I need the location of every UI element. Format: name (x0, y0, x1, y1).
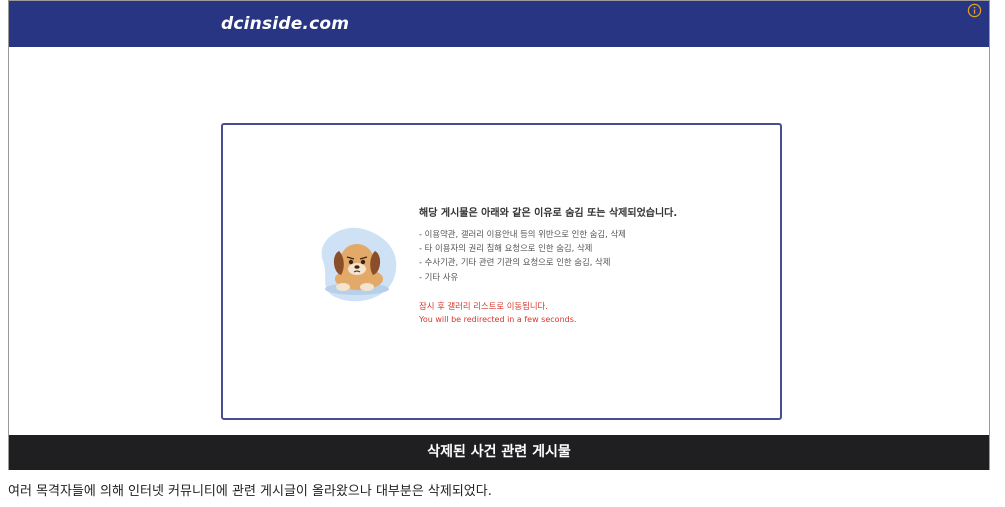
reason-item: - 이용약관, 갤러리 이용안내 등의 위반으로 인한 숨김, 삭제 (419, 229, 626, 239)
embedded-image-frame: dcinside.com 해당 게시물은 아래와 같은 이유로 숨김 또는 삭제… (8, 0, 990, 470)
info-circle-icon[interactable] (967, 3, 982, 18)
notice-title: 해당 게시물은 아래와 같은 이유로 숨김 또는 삭제되었습니다. (419, 208, 678, 219)
reason-item: - 타 이용자의 권리 침해 요청으로 인한 숨김, 삭제 (419, 243, 593, 254)
image-caption: 삭제된 사건 관련 게시물 (427, 444, 571, 460)
deleted-post-notice: 해당 게시물은 아래와 같은 이유로 숨김 또는 삭제되었습니다. - 이용약관… (221, 123, 782, 420)
image-caption-bar: 삭제된 사건 관련 게시물 (9, 435, 989, 470)
redirect-notice-english: You will be redirected in a few seconds. (419, 314, 577, 324)
site-logo[interactable]: dcinside.com (221, 14, 349, 34)
redirect-notice-korean: 잠시 후 갤러리 리스트로 이동됩니다. (419, 300, 548, 311)
sad-puppy-illustration (321, 227, 397, 302)
notice-message: 해당 게시물은 아래와 같은 이유로 숨김 또는 삭제되었습니다. - 이용약관… (419, 207, 769, 327)
reason-item: - 수사기관, 기타 관련 기관의 요청으로 인한 숨김, 삭제 (419, 257, 611, 268)
reason-item: - 기타 사유 (419, 271, 459, 282)
article-paragraph: 여러 목격자들에 의해 인터넷 커뮤니티에 관련 게시글이 올라왔으나 대부분은… (8, 484, 492, 499)
site-header: dcinside.com (9, 1, 989, 47)
